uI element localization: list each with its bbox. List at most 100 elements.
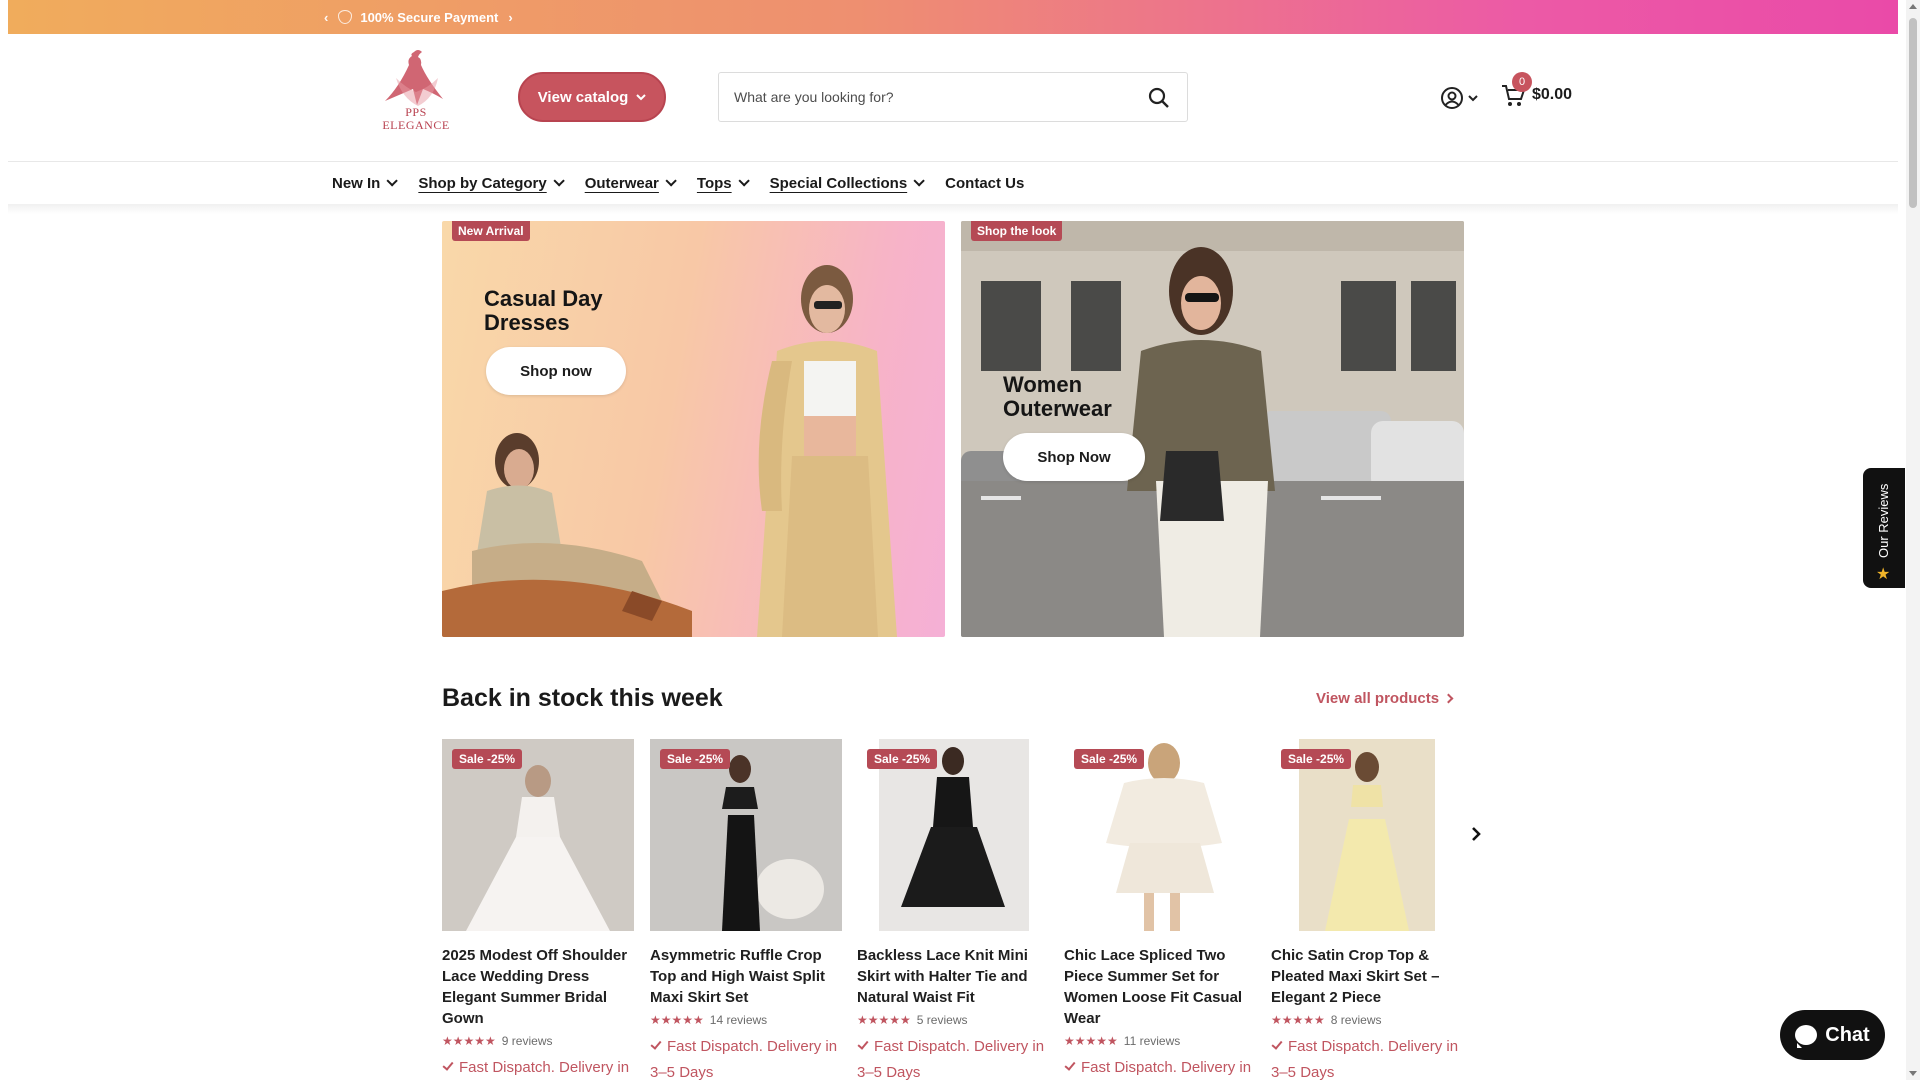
product-rating: ★★★★★ 5 reviews: [857, 1010, 1049, 1030]
announcement-text: 100% Secure Payment: [360, 9, 499, 25]
dispatch-info: Fast Dispatch. Delivery in 3–5 Days: [857, 1034, 1049, 1080]
view-all-label: View all products: [1316, 690, 1440, 707]
chat-button[interactable]: Chat: [1780, 1010, 1885, 1060]
stars-icon: ★★★★★: [442, 1034, 496, 1048]
user-icon: [1441, 87, 1463, 109]
section-title: Back in stock this week: [442, 684, 723, 712]
nav-item-new-in[interactable]: New In: [332, 174, 399, 192]
dispatch-info: Fast Dispatch. Delivery in: [1064, 1055, 1256, 1080]
product-card[interactable]: Sale -25% Backless Lace Knit Mini Skirt …: [857, 739, 1049, 1080]
nav-divider: [8, 204, 1898, 214]
dispatch-info: Fast Dispatch. Delivery in 3–5 Days: [1271, 1034, 1463, 1080]
scrollbar-thumb[interactable]: [1909, 18, 1917, 208]
search-icon[interactable]: [1147, 86, 1171, 110]
shop-now-button[interactable]: Shop now: [486, 347, 626, 395]
product-rating: ★★★★★ 9 reviews: [442, 1031, 634, 1051]
dispatch-info: Fast Dispatch. Delivery in 3–5 Days: [650, 1034, 842, 1080]
nav-item-contact-us[interactable]: Contact Us: [945, 175, 1024, 192]
nav-item-shop-by-category[interactable]: Shop by Category: [418, 175, 565, 192]
account-menu[interactable]: [1440, 84, 1484, 112]
product-title[interactable]: Chic Lace Spliced Two Piece Summer Set f…: [1064, 945, 1256, 1029]
product-card[interactable]: Sale -25% Chic Lace Spliced Two Piece Su…: [1064, 739, 1256, 1080]
logo-line-2: ELEGANCE: [382, 118, 450, 132]
review-count: 8 reviews: [1330, 1013, 1382, 1027]
product-title[interactable]: 2025 Modest Off Shoulder Lace Wedding Dr…: [442, 945, 634, 1029]
dispatch-text: Fast Dispatch. Delivery in 3–5 Days: [1271, 1038, 1459, 1080]
sale-badge: Sale -25%: [1281, 749, 1352, 769]
chat-bubble-icon: [1795, 1025, 1818, 1048]
check-icon: [1064, 1059, 1076, 1071]
dispatch-text: Fast Dispatch. Delivery in: [459, 1059, 630, 1076]
nav-item-tops[interactable]: Tops: [696, 174, 750, 192]
check-icon: [857, 1038, 869, 1050]
check-icon: [442, 1059, 454, 1071]
scroll-down-icon[interactable]: [1909, 1071, 1917, 1076]
product-image[interactable]: Sale -25%: [442, 739, 634, 931]
review-count: 5 reviews: [916, 1013, 968, 1027]
review-count: 14 reviews: [709, 1013, 768, 1027]
dispatch-info: Fast Dispatch. Delivery in: [442, 1055, 634, 1080]
dispatch-text: Fast Dispatch. Delivery in 3–5 Days: [650, 1038, 838, 1080]
product-title[interactable]: Asymmetric Ruffle Crop Top and High Wais…: [650, 945, 842, 1008]
product-title[interactable]: Chic Satin Crop Top & Pleated Maxi Skirt…: [1271, 945, 1463, 1008]
cart-icon-wrap: 0: [1500, 72, 1532, 108]
chevron-down-icon: [553, 175, 565, 187]
sale-badge: Sale -25%: [452, 749, 523, 769]
shield-icon: [338, 10, 353, 24]
search-bar: [718, 72, 1188, 122]
stars-icon: ★★★★★: [650, 1013, 704, 1027]
next-announcement-icon[interactable]: ›: [508, 10, 512, 25]
chevron-right-icon: [1443, 693, 1454, 704]
sale-badge: Sale -25%: [867, 749, 938, 769]
banner-tag: Shop the look: [971, 221, 1063, 241]
product-title[interactable]: Backless Lace Knit Mini Skirt with Halte…: [857, 945, 1049, 1008]
product-rating: ★★★★★ 11 reviews: [1064, 1031, 1256, 1051]
sale-badge: Sale -25%: [1074, 749, 1145, 769]
stars-icon: ★★★★★: [1271, 1013, 1325, 1027]
nav-item-outerwear[interactable]: Outerwear: [584, 174, 677, 192]
product-image[interactable]: Sale -25%: [1271, 739, 1463, 931]
nav-item-special-collections[interactable]: Special Collections: [769, 174, 925, 192]
check-icon: [1271, 1038, 1283, 1050]
banner-women-outerwear[interactable]: Shop the look Women Outerwear Shop Now: [961, 221, 1464, 637]
product-image[interactable]: Sale -25%: [1064, 739, 1256, 931]
product-card[interactable]: Sale -25% Asymmetric Ruffle Crop Top and…: [650, 739, 842, 1080]
view-catalog-label: View catalog: [537, 88, 629, 106]
our-reviews-tab[interactable]: Our Reviews ★: [1863, 468, 1905, 588]
product-image[interactable]: Sale -25%: [650, 739, 842, 931]
stars-icon: ★★★★★: [857, 1013, 911, 1027]
nav-label: New In: [332, 174, 381, 192]
chevron-down-icon: [636, 93, 647, 100]
announcement-bar: ‹ 100% Secure Payment ›: [8, 0, 1898, 34]
product-card[interactable]: Sale -25% Chic Satin Crop Top & Pleated …: [1271, 739, 1463, 1080]
view-catalog-button[interactable]: View catalog: [518, 72, 666, 122]
banner-tag: New Arrival: [452, 221, 530, 241]
dispatch-text: Fast Dispatch. Delivery in: [1081, 1059, 1252, 1076]
chevron-down-icon: [386, 175, 399, 187]
our-reviews-label: Our Reviews: [1876, 483, 1891, 558]
chat-label: Chat: [1825, 1023, 1870, 1046]
check-icon: [650, 1038, 662, 1050]
stars-icon: ★★★★★: [1064, 1034, 1118, 1048]
page-scrollbar[interactable]: [1906, 0, 1920, 1080]
cart-button[interactable]: 0 $0.00: [1500, 72, 1573, 112]
search-input[interactable]: [734, 89, 1134, 105]
view-all-products-link[interactable]: View all products: [1316, 690, 1454, 707]
nav-label: Special Collections: [769, 174, 908, 192]
nav-label: Outerwear: [584, 174, 659, 192]
product-card[interactable]: Sale -25% 2025 Modest Off Shoulder Lace …: [442, 739, 634, 1080]
scroll-up-icon[interactable]: [1909, 4, 1917, 9]
product-rating: ★★★★★ 8 reviews: [1271, 1010, 1463, 1030]
cart-total: $0.00: [1532, 86, 1573, 103]
carousel-next-icon[interactable]: [1470, 822, 1484, 846]
banner-casual-day-dresses[interactable]: New Arrival Casual Day Dresses Shop now: [442, 221, 945, 637]
site-header: PPS ELEGANCE View catalog 0 $0.00: [8, 34, 1898, 162]
nav-label: Contact Us: [945, 174, 1025, 192]
dispatch-text: Fast Dispatch. Delivery in 3–5 Days: [857, 1038, 1045, 1080]
banner-model-image: [442, 265, 897, 637]
nav-label: Tops: [696, 174, 732, 192]
prev-announcement-icon[interactable]: ‹: [324, 10, 328, 25]
shop-now-button[interactable]: Shop Now: [1003, 433, 1145, 481]
site-logo[interactable]: PPS ELEGANCE: [366, 48, 466, 132]
product-image[interactable]: Sale -25%: [857, 739, 1049, 931]
